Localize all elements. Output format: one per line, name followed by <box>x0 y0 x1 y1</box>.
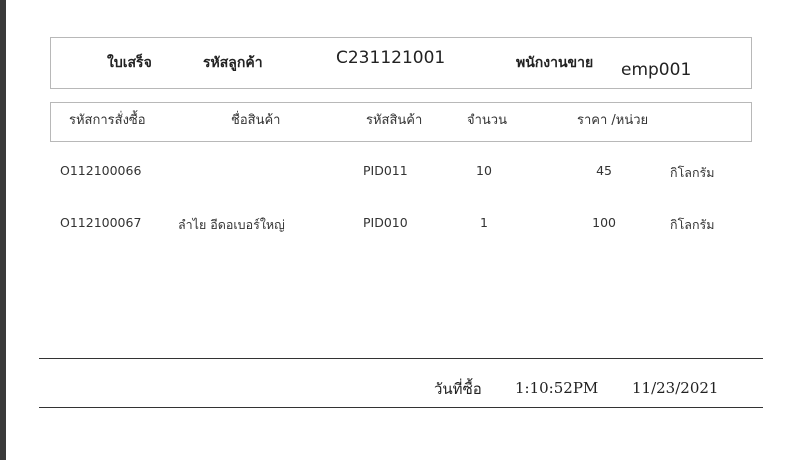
table-row: O112100066 PID011 10 45 กิโลกรัม <box>6 163 797 187</box>
column-product-name: ชื่อสินค้า <box>231 113 281 128</box>
footer-bottom-divider <box>39 407 763 408</box>
salesperson-id: emp001 <box>621 60 692 80</box>
purchase-time: 1:10:52PM <box>515 379 599 397</box>
cell-quantity: 1 <box>480 215 488 230</box>
column-header-row: รหัสการสั่งซื้อ ชื่อสินค้า รหัสสินค้า จำ… <box>50 102 752 142</box>
column-order-id: รหัสการสั่งซื้อ <box>69 113 146 128</box>
salesperson-label: พนักงานขาย <box>516 55 594 71</box>
cell-product-id: PID010 <box>363 215 408 230</box>
column-price-per-unit: ราคา /หน่วย <box>577 113 649 128</box>
cell-quantity: 10 <box>476 163 492 178</box>
purchase-date-label: วันที่ซื้อ <box>434 380 482 398</box>
receipt-page: ใบเสร็จ รหัสลูกค้า C231121001 พนักงานขาย… <box>6 0 797 460</box>
column-product-id: รหัสสินค้า <box>366 113 423 128</box>
cell-price: 45 <box>596 163 612 178</box>
receipt-header: ใบเสร็จ รหัสลูกค้า C231121001 พนักงานขาย… <box>50 37 752 89</box>
cell-price: 100 <box>592 215 616 230</box>
table-row: O112100067 ลำไย อีดอเบอร์ใหญ่ PID010 1 1… <box>6 215 797 239</box>
customer-label: รหัสลูกค้า <box>203 55 263 71</box>
cell-unit: กิโลกรัม <box>670 217 715 232</box>
footer-top-divider <box>39 358 763 359</box>
customer-id: C231121001 <box>336 48 446 68</box>
cell-order-id: O112100066 <box>60 163 142 178</box>
cell-order-id: O112100067 <box>60 215 142 230</box>
column-quantity: จำนวน <box>467 113 507 128</box>
cell-product-name: ลำไย อีดอเบอร์ใหญ่ <box>178 217 285 232</box>
cell-unit: กิโลกรัม <box>670 165 715 180</box>
purchase-date: 11/23/2021 <box>632 379 719 397</box>
cell-product-id: PID011 <box>363 163 408 178</box>
receipt-title: ใบเสร็จ <box>107 55 152 71</box>
